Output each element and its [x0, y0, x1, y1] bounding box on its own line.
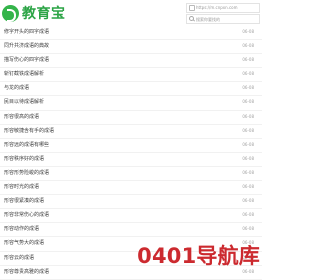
- list-item[interactable]: 形容秩序好的成语 06-08: [0, 153, 262, 167]
- url-text: https://m.cnpxn.com: [196, 5, 238, 10]
- list-item[interactable]: 形容很高的成语 06-08: [0, 111, 262, 125]
- article-date: 06-08: [242, 212, 254, 218]
- list-item[interactable]: 与龙的成语 06-08: [0, 82, 262, 97]
- article-title[interactable]: 形容时光的成语: [4, 181, 39, 193]
- article-title[interactable]: 与龙的成语: [4, 82, 29, 94]
- logo-text: 教育宝: [22, 6, 66, 22]
- list-item[interactable]: 民目以待成语解析 06-08: [0, 96, 262, 111]
- watermark: 0401导航库: [137, 244, 260, 268]
- article-title[interactable]: 形容云的成语: [4, 252, 34, 264]
- article-date: 06-08: [242, 141, 254, 147]
- list-item[interactable]: 修字开头的四字成语 06-08: [0, 26, 262, 41]
- site-logo[interactable]: 教育宝: [2, 3, 66, 23]
- list-item[interactable]: 形容形势险峻的成语 06-08: [0, 167, 262, 182]
- list-item[interactable]: 形容远的成语有哪些 06-08: [0, 139, 262, 153]
- article-title[interactable]: 形容很高的成语: [4, 111, 39, 123]
- article-date: 06-08: [242, 43, 254, 49]
- article-title[interactable]: 形容形势险峻的成语: [4, 167, 49, 179]
- article-date: 06-08: [242, 99, 254, 105]
- article-date: 06-08: [242, 113, 254, 119]
- article-title[interactable]: 形容很紧凑的成语: [4, 195, 44, 207]
- article-date: 06-08: [242, 169, 254, 175]
- search-box[interactable]: [186, 14, 260, 24]
- article-date: 06-08: [242, 127, 254, 133]
- list-item[interactable]: 同升共济成语的典故 06-08: [0, 40, 262, 55]
- article-date: 06-08: [242, 198, 254, 204]
- logo-icon: [2, 4, 19, 22]
- article-date: 06-08: [242, 71, 254, 77]
- list-item[interactable]: 描写伤心的四字成语 06-08: [0, 54, 262, 69]
- search-input[interactable]: [196, 15, 256, 23]
- article-title[interactable]: 形容动作的成语: [4, 223, 39, 235]
- search-icon: [189, 16, 194, 21]
- article-date: 06-08: [242, 57, 254, 63]
- list-item[interactable]: 形容时光的成语 06-08: [0, 181, 262, 196]
- article-date: 06-08: [242, 29, 254, 34]
- article-date: 06-08: [242, 155, 254, 161]
- article-date: 06-08: [242, 184, 254, 190]
- article-title[interactable]: 形容气势大的成语: [4, 237, 44, 249]
- globe-icon: [189, 5, 195, 11]
- article-title[interactable]: 斩钉截铁成语解析: [4, 68, 44, 80]
- list-item[interactable]: 形容很紧凑的成语 06-08: [0, 195, 262, 210]
- header: 教育宝 https://m.cnpxn.com: [0, 0, 262, 26]
- article-title[interactable]: 形容远的成语有哪些: [4, 139, 49, 151]
- list-item[interactable]: 形容敏捷含有手的成语 06-08: [0, 125, 262, 139]
- article-title[interactable]: 同升共济成语的典故: [4, 40, 49, 52]
- article-title[interactable]: 修字开头的四字成语: [4, 26, 49, 38]
- article-title[interactable]: 描写伤心的四字成语: [4, 54, 49, 66]
- list-item[interactable]: 斩钉截铁成语解析 06-08: [0, 68, 262, 83]
- list-item[interactable]: 形容非常伤心的成语 06-08: [0, 209, 262, 224]
- url-box[interactable]: https://m.cnpxn.com: [186, 3, 260, 13]
- article-title[interactable]: 形容尊贵高雅的成语: [4, 266, 49, 278]
- article-title[interactable]: 形容秩序好的成语: [4, 153, 44, 165]
- article-date: 06-08: [242, 85, 254, 91]
- article-title[interactable]: 形容非常伤心的成语: [4, 209, 49, 221]
- article-title[interactable]: 形容敏捷含有手的成语: [4, 125, 54, 137]
- article-title[interactable]: 民目以待成语解析: [4, 96, 44, 108]
